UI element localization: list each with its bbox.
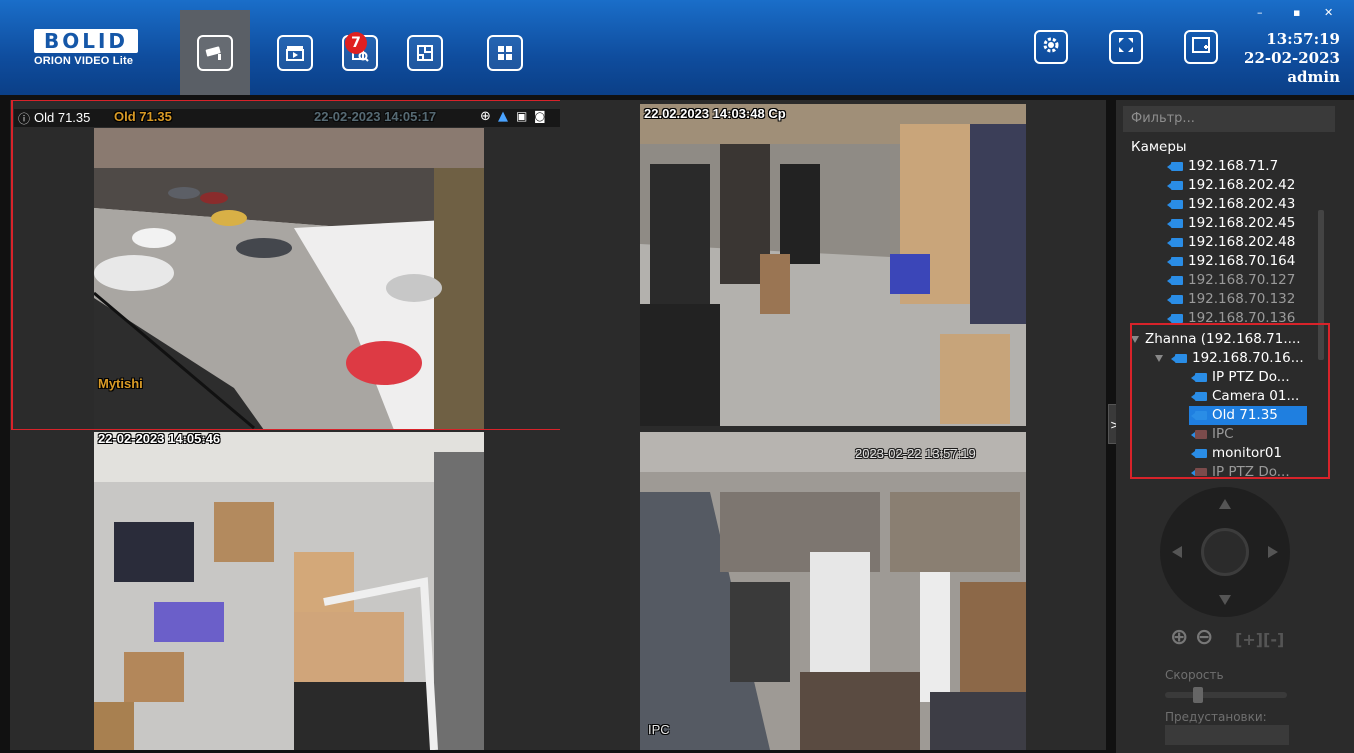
tree-item[interactable]: 192.168.71.7 (1165, 157, 1278, 176)
add-window-button[interactable] (1184, 30, 1218, 64)
tree-item[interactable]: 192.168.202.48 (1165, 233, 1295, 252)
camera-timestamp: 22-02-2023 14:05:46 (98, 432, 221, 446)
camera-icon (1165, 314, 1183, 323)
floor-plan-icon (407, 34, 443, 71)
logo-subtitle: ORION VIDEO Lite (34, 55, 134, 67)
clapperboard-icon (277, 34, 313, 71)
camera-icon (1165, 276, 1183, 285)
settings-gear-icon (1041, 35, 1061, 59)
video-cell-3[interactable]: 22-02-2023 14:05:46 (10, 432, 560, 750)
ptz-down-arrow-icon[interactable] (1219, 595, 1231, 605)
clock: 13:57:19 22-02-2023 admin (1244, 30, 1340, 87)
minimize-icon[interactable]: – (1257, 6, 1263, 19)
nav-events[interactable]: 7 (325, 10, 395, 95)
tree-item[interactable]: 192.168.70.132 (1165, 290, 1295, 309)
camera-timestamp: 2023-02-22 13:57:19 (855, 446, 976, 461)
camera-icon (1165, 181, 1183, 190)
camera-label: IPC (648, 722, 670, 737)
tree-item[interactable]: 192.168.202.43 (1165, 195, 1295, 214)
close-icon[interactable]: ✕ (1324, 6, 1333, 19)
zoom-in-icon[interactable]: ⊕ (1170, 625, 1188, 650)
zoom-out-icon[interactable]: ⊖ (1195, 625, 1213, 650)
nav-layout-editor[interactable] (390, 10, 460, 95)
clock-time: 13:57:19 (1266, 30, 1340, 48)
nav-cameras[interactable] (180, 10, 250, 95)
focus-icon[interactable]: [+][-] (1235, 630, 1284, 649)
presets-dropdown[interactable] (1165, 725, 1289, 745)
add-window-icon (1191, 35, 1211, 59)
nav-grid[interactable] (470, 10, 540, 95)
speed-slider-knob[interactable] (1193, 687, 1203, 703)
camera-icon (1165, 219, 1183, 228)
ptz-right-arrow-icon[interactable] (1268, 546, 1278, 558)
fullscreen-button[interactable] (1109, 30, 1143, 64)
camera-icon (1165, 257, 1183, 266)
top-bar: BOLID ORION VIDEO Lite 7 – ▪ ✕ 13:57:19 … (0, 0, 1354, 95)
highlighted-tree-region (1130, 323, 1330, 479)
presets-label: Предустановки: (1165, 710, 1267, 724)
filter-input[interactable]: Фильтр... (1123, 106, 1335, 132)
ptz-center-button[interactable] (1201, 528, 1249, 576)
camera-icon (1165, 238, 1183, 247)
maximize-icon[interactable]: ▪ (1293, 6, 1300, 19)
events-badge: 7 (345, 32, 367, 54)
camera-icon (1165, 162, 1183, 171)
speed-slider[interactable] (1165, 687, 1287, 703)
tree-item[interactable]: 192.168.70.127 (1165, 271, 1295, 290)
fullscreen-icon (1116, 35, 1136, 59)
video-cell-1[interactable]: Mytishi ⓘ Old 71.35 Old 71.35 22-02-2023… (10, 100, 560, 430)
video-grid: Mytishi ⓘ Old 71.35 Old 71.35 22-02-2023… (10, 100, 1106, 750)
bolid-logo: BOLID ORION VIDEO Lite (34, 29, 152, 69)
nav-archive[interactable] (260, 10, 330, 95)
selected-cell-highlight (11, 100, 560, 430)
video-feed-warehouse-2: 22-02-2023 14:05:46 (94, 432, 484, 750)
logo-mark: BOLID (34, 29, 138, 53)
speed-label: Скорость (1165, 668, 1224, 682)
video-cell-2[interactable]: 22.02.2023 14:03:48 Ср (562, 100, 1106, 430)
ptz-joystick[interactable] (1160, 487, 1290, 617)
tree-item[interactable]: 192.168.202.45 (1165, 214, 1295, 233)
camera-icon (1165, 295, 1183, 304)
settings-button[interactable] (1034, 30, 1068, 64)
clock-date: 22-02-2023 (1244, 49, 1340, 67)
camera-timestamp: 22.02.2023 14:03:48 Ср (644, 106, 786, 121)
current-user: admin (1287, 68, 1340, 86)
ptz-left-arrow-icon[interactable] (1172, 546, 1182, 558)
video-cell-4[interactable]: 2023-02-22 13:57:19 IPC (562, 432, 1106, 750)
grid-layout-icon (487, 34, 523, 71)
tree-item[interactable]: 192.168.70.164 (1165, 252, 1295, 271)
ptz-up-arrow-icon[interactable] (1219, 499, 1231, 509)
video-feed-warehouse-1: 22.02.2023 14:03:48 Ср (640, 104, 1026, 426)
video-feed-workshop: 2023-02-22 13:57:19 IPC (640, 432, 1026, 750)
camera-icon (1165, 200, 1183, 209)
tree-item[interactable]: 192.168.202.42 (1165, 176, 1295, 195)
tree-root[interactable]: Камеры (1131, 138, 1187, 157)
cctv-camera-icon (197, 34, 233, 71)
